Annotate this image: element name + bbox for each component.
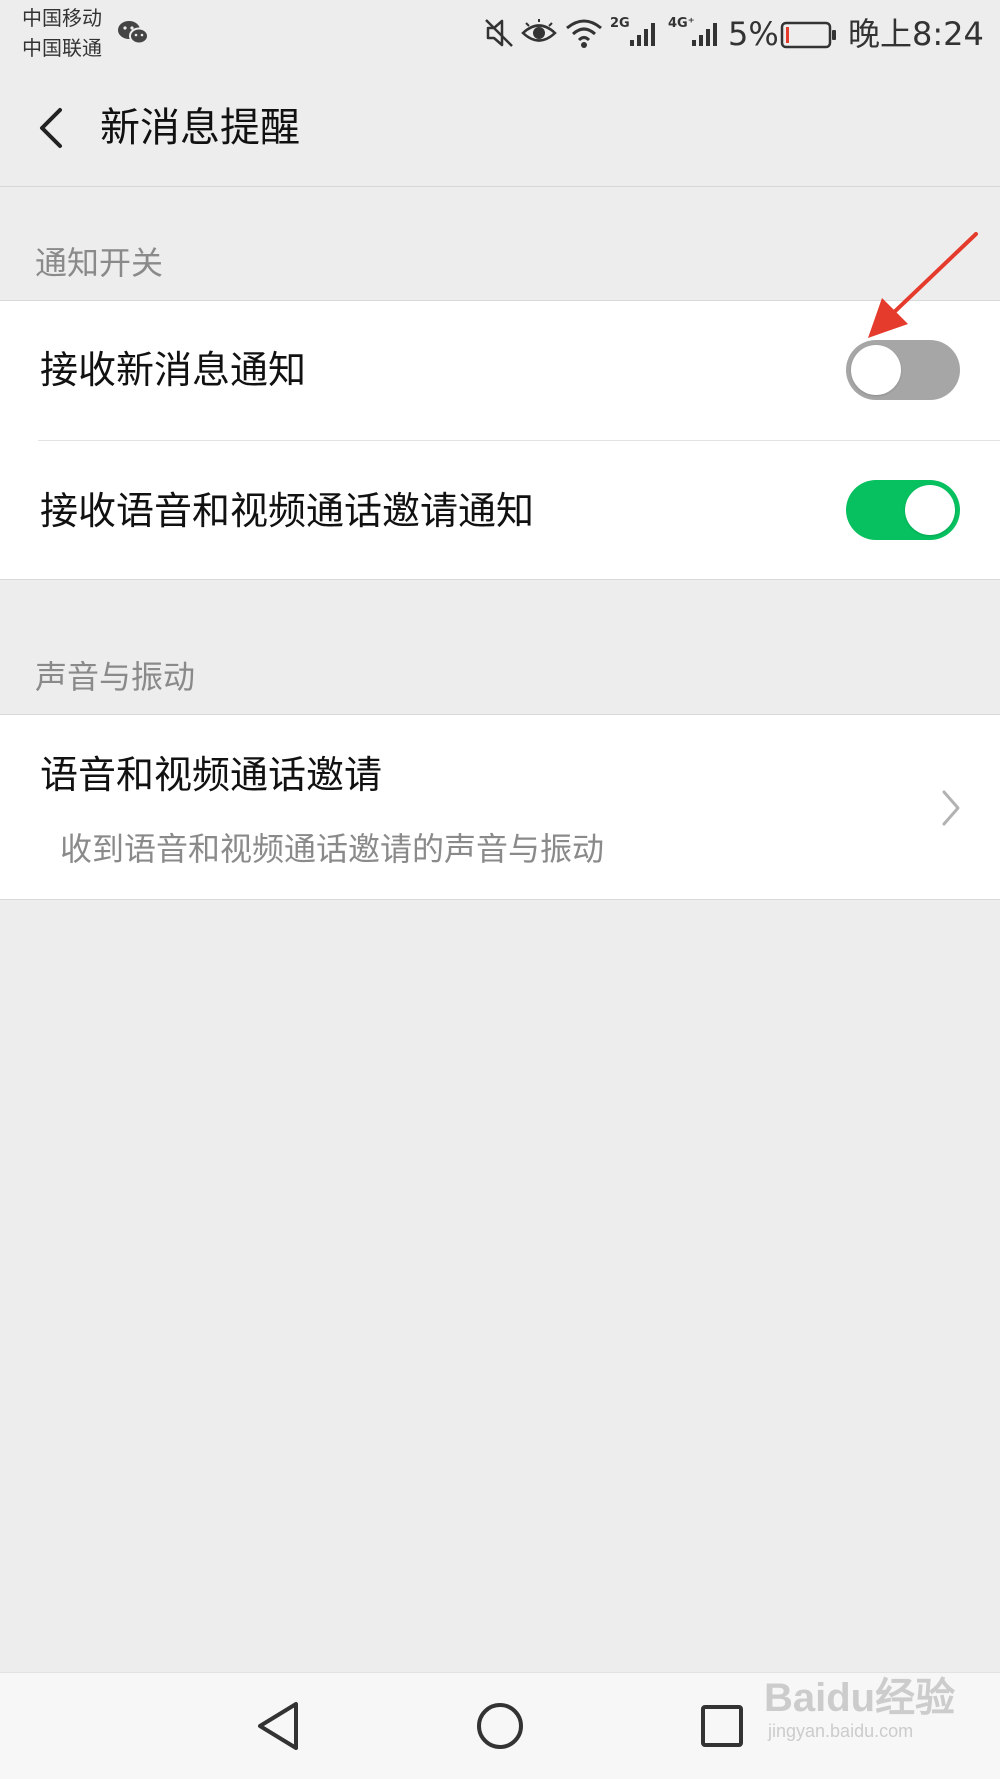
signal-icon-2 (692, 23, 717, 46)
watermark-brand: Baidu经验 (764, 1676, 956, 1720)
network-2g-label: 2G (610, 16, 630, 31)
section-label-notification: 通知开关 (35, 244, 164, 282)
chevron-left-icon[interactable] (30, 102, 70, 154)
signal-icon (630, 23, 655, 46)
setting-label-call-invite: 接收语音和视频通话邀请通知 (40, 489, 535, 533)
setting-label-new-message: 接收新消息通知 (40, 348, 307, 392)
page-title: 新消息提醒 (100, 105, 300, 151)
carrier-1: 中国移动 (22, 6, 102, 30)
clock-time: 晚上8:24 (848, 15, 984, 53)
eye-icon (521, 19, 557, 42)
sound-vibration-row[interactable] (0, 714, 1000, 900)
wechat-icon (118, 21, 149, 45)
watermark-url: jingyan.baidu.com (768, 1721, 914, 1741)
baidu-watermark: Baidu经验 jingyan.baidu.com (764, 1676, 955, 1742)
setting-sub-label-call-sound: 收到语音和视频通话邀请的声音与振动 (60, 830, 605, 868)
toggle-call-invite-notification[interactable] (846, 480, 960, 540)
chevron-right-icon (942, 790, 960, 826)
row-divider (38, 440, 1000, 441)
annotation-arrow (868, 232, 978, 338)
wifi-icon (566, 19, 602, 48)
mute-icon (485, 19, 513, 47)
recents-square-icon[interactable] (698, 1702, 746, 1750)
home-circle-icon[interactable] (474, 1700, 526, 1752)
section-label-sound: 声音与振动 (35, 658, 196, 696)
header-divider (0, 186, 1000, 187)
toggle-new-message-notification[interactable] (846, 340, 960, 400)
back-triangle-icon[interactable] (252, 1698, 304, 1754)
toggle-knob (851, 345, 901, 395)
setting-label-call-sound: 语音和视频通话邀请 (40, 753, 383, 797)
battery-icon (780, 21, 836, 49)
toggle-knob (905, 485, 955, 535)
battery-percent: 5% (728, 15, 779, 53)
carrier-2: 中国联通 (22, 36, 102, 60)
